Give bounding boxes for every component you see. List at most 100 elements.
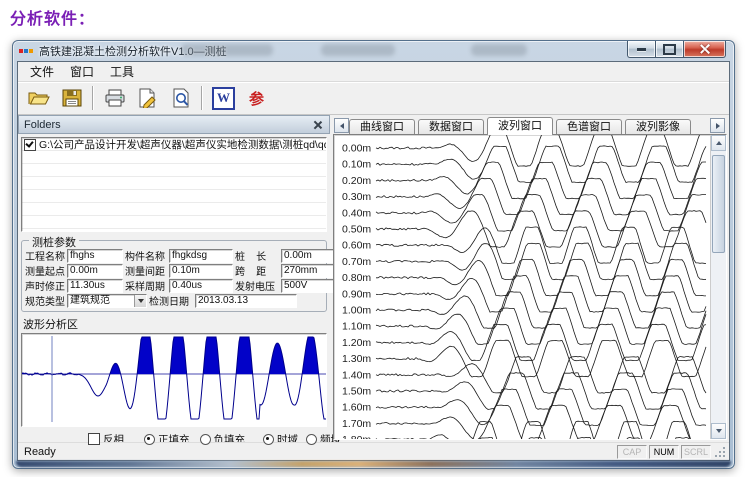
tab-scroll-left-button[interactable] <box>334 118 349 133</box>
svg-text:1.80m: 1.80m <box>342 434 371 439</box>
param-input[interactable]: 0.40us <box>169 279 233 293</box>
svg-text:1.60m: 1.60m <box>342 402 371 414</box>
scroll-down-button[interactable] <box>711 423 726 439</box>
main-area: Folders G:\公司产品设计开发\超声仪器\超声仪实地检测数据\测桩qd\… <box>18 115 729 442</box>
wavetrain-area[interactable]: 0.00m0.10m0.20m0.30m0.40m0.50m0.60m0.70m… <box>333 134 727 440</box>
svg-text:0.80m: 0.80m <box>342 272 371 284</box>
param-label: 发射电压 <box>235 278 281 293</box>
params-icon: 参 <box>249 88 264 109</box>
params-button[interactable]: 参 <box>240 84 273 112</box>
save-button[interactable] <box>55 84 88 112</box>
close-icon <box>700 44 710 54</box>
param-value: 270mm <box>284 265 317 277</box>
scrollbar-track[interactable] <box>711 151 726 423</box>
maximize-button[interactable] <box>655 41 683 58</box>
status-indicator-cap: CAP <box>617 445 647 459</box>
toolbar-separator <box>92 86 94 110</box>
param-label: 构件名称 <box>125 248 169 263</box>
svg-text:1.10m: 1.10m <box>342 321 371 333</box>
preview-button[interactable] <box>164 84 197 112</box>
params-fields: 工程名称fhghs构件名称fhgkdsg桩 长0.00m测量起点0.00m测量间… <box>25 248 323 308</box>
folder-item[interactable]: G:\公司产品设计开发\超声仪器\超声仪实地检测数据\测桩qd\qd03\qd0… <box>22 138 326 151</box>
svg-text:1.40m: 1.40m <box>342 369 371 381</box>
param-value: 11.30us <box>70 280 105 292</box>
folders-title: Folders <box>24 119 61 131</box>
svg-text:0.70m: 0.70m <box>342 256 371 268</box>
scroll-up-button[interactable] <box>711 135 726 151</box>
status-indicator-scrl: SCRL <box>681 445 711 459</box>
param-label: 测量间距 <box>125 263 169 278</box>
svg-text:1.50m: 1.50m <box>342 386 371 398</box>
radio-selected[interactable] <box>144 434 155 445</box>
svg-text:1.30m: 1.30m <box>342 353 371 365</box>
app-window: 高铁建混凝土检测分析软件V1.0—测桩 文件窗口工具 <box>12 40 735 469</box>
invert-checkbox[interactable] <box>88 433 100 445</box>
close-button[interactable] <box>683 41 726 58</box>
param-label: 桩 长 <box>235 248 281 263</box>
radio-unselected[interactable] <box>200 434 211 445</box>
left-arrow-icon <box>340 123 344 129</box>
menu-bar: 文件窗口工具 <box>18 62 729 82</box>
combo-arrow-icon[interactable] <box>134 295 146 307</box>
print-preview-icon <box>170 88 192 108</box>
app-icon <box>19 46 34 57</box>
param-value: 建筑规范 <box>70 295 110 307</box>
param-row: 测量起点0.00m测量间距0.10m跨 距270mm <box>25 263 323 278</box>
menu-item-1[interactable]: 窗口 <box>62 61 102 82</box>
print-button[interactable] <box>98 84 131 112</box>
radio-unselected[interactable] <box>306 434 317 445</box>
waveform-plot[interactable] <box>21 333 327 427</box>
param-row: 规范类型建筑规范检测日期2013.03.13 <box>25 293 323 308</box>
folder-checkbox-checked[interactable] <box>24 139 36 151</box>
tab-4[interactable]: 波列影像 <box>625 119 691 134</box>
svg-text:0.50m: 0.50m <box>342 224 371 236</box>
param-select[interactable]: 建筑规范 <box>67 294 147 308</box>
desktop-glass-strip <box>16 461 731 467</box>
status-message: Ready <box>24 446 56 458</box>
svg-text:0.30m: 0.30m <box>342 191 371 203</box>
status-indicators: CAPNUMSCRL <box>617 445 711 459</box>
minimize-button[interactable] <box>627 41 655 58</box>
param-value: 500V <box>284 280 307 292</box>
tab-scroll-right-button[interactable] <box>710 118 725 133</box>
param-value: 0.00m <box>70 265 98 277</box>
param-label: 跨 距 <box>235 263 281 278</box>
tab-1[interactable]: 数据窗口 <box>418 119 484 134</box>
param-input[interactable]: fhgkdsg <box>169 249 233 263</box>
client-area: 文件窗口工具 <box>17 61 730 461</box>
param-label: 工程名称 <box>25 248 67 263</box>
toolbar-separator <box>201 86 203 110</box>
menu-item-0[interactable]: 文件 <box>22 61 62 82</box>
radio-selected[interactable] <box>263 434 274 445</box>
report-button[interactable] <box>131 84 164 112</box>
titlebar-glass-blob <box>471 44 527 56</box>
params-groupbox: 测桩参数 工程名称fhghs构件名称fhgkdsg桩 长0.00m测量起点0.0… <box>21 240 327 312</box>
param-input[interactable]: 0.10m <box>169 264 233 278</box>
svg-text:1.00m: 1.00m <box>342 305 371 317</box>
param-input[interactable]: 2013.03.13 <box>195 294 297 308</box>
param-input[interactable]: 0.00m <box>67 264 123 278</box>
waveform-section-title: 波形分析区 <box>23 316 330 332</box>
open-button[interactable] <box>22 84 55 112</box>
param-input[interactable]: 11.30us <box>67 279 123 293</box>
folders-close-button[interactable] <box>311 118 324 131</box>
tab-2-active[interactable]: 波列窗口 <box>487 117 553 135</box>
page-title: 分析软件： <box>10 5 95 29</box>
folders-header: Folders <box>18 115 330 134</box>
folders-list[interactable]: G:\公司产品设计开发\超声仪器\超声仪实地检测数据\测桩qd\qd03\qd0… <box>21 137 327 232</box>
param-row: 声时修正11.30us采样周期0.40us发射电压500V <box>25 278 323 293</box>
svg-text:0.40m: 0.40m <box>342 207 371 219</box>
word-export-button[interactable]: W <box>207 84 240 112</box>
param-label: 检测日期 <box>149 293 195 308</box>
resize-grip[interactable] <box>714 446 726 458</box>
menu-item-2[interactable]: 工具 <box>102 61 142 82</box>
scrollbar-thumb[interactable] <box>712 155 725 253</box>
tab-0[interactable]: 曲线窗口 <box>349 119 415 134</box>
param-input[interactable]: fhghs <box>67 249 123 263</box>
window-titlebar[interactable]: 高铁建混凝土检测分析软件V1.0—测桩 <box>13 41 734 61</box>
tab-3[interactable]: 色谱窗口 <box>556 119 622 134</box>
param-value: fhgkdsg <box>172 250 207 262</box>
folders-panel: Folders G:\公司产品设计开发\超声仪器\超声仪实地检测数据\测桩qd\… <box>18 115 330 442</box>
param-row: 工程名称fhghs构件名称fhgkdsg桩 长0.00m <box>25 248 323 263</box>
param-value: 2013.03.13 <box>198 295 248 307</box>
